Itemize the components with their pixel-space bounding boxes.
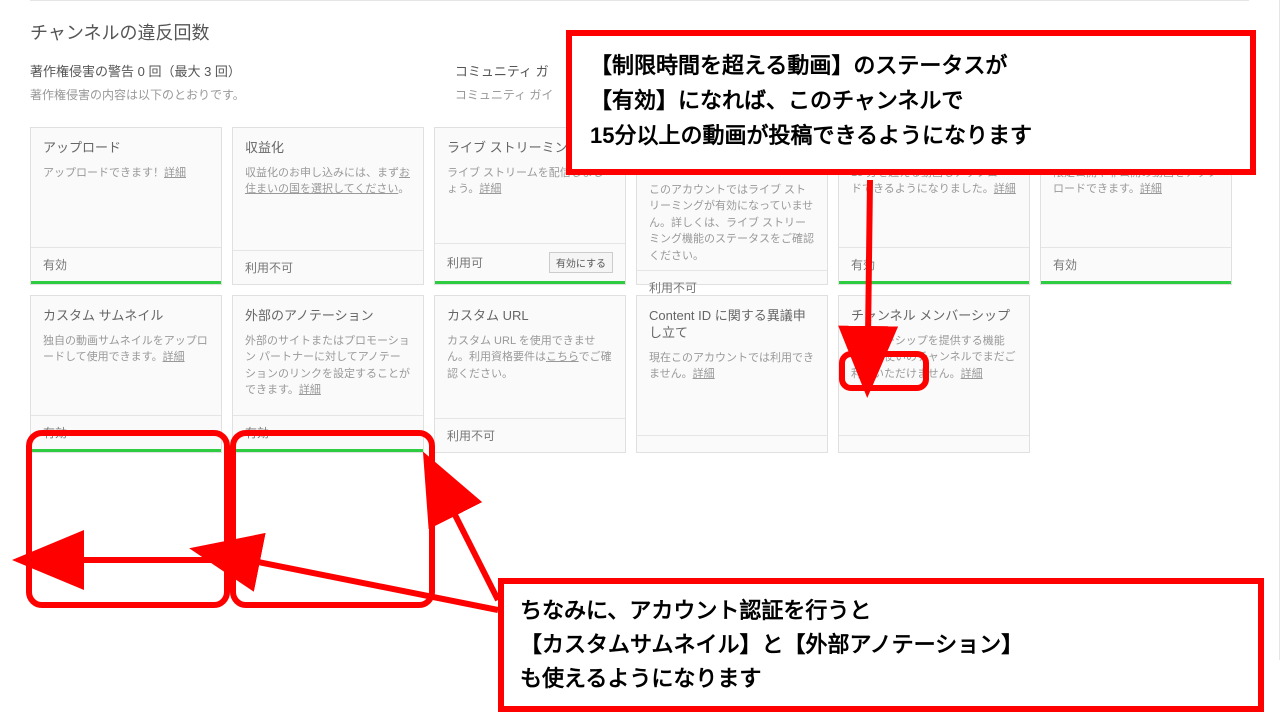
card-status: 有効 [31, 247, 221, 284]
copyright-sub: 著作権侵害の内容は以下のとおりです。 [30, 86, 245, 103]
card-title: チャンネル メンバーシップ [851, 308, 1017, 325]
card-desc: 収益化のお申し込みには、まずお住まいの国を選択してください。 [245, 165, 411, 198]
card-status: 有効 [839, 247, 1029, 284]
feature-grid: アップロード アップロードできます！詳細 有効 収益化 収益化のお申し込みには、… [30, 127, 1249, 453]
card-custom-thumbnail: カスタム サムネイル 独自の動画サムネイルをアップロードして使用できます。詳細 … [30, 295, 222, 453]
card-desc: 現在このアカウントでは利用できません。詳細 [649, 350, 815, 383]
card-status: 有効 [233, 415, 423, 452]
card-desc: 外部のサイトまたはプロモーション パートナーに対してアノテーションのリンクを設定… [245, 333, 411, 399]
community-sub: コミュニティ ガイ [455, 86, 554, 103]
card-desc: メンバーシップを提供する機能は、お使いのチャンネルでまだご利用いただけません。詳… [851, 333, 1017, 383]
card-title: カスタム サムネイル [43, 308, 209, 325]
details-link[interactable]: 詳細 [693, 368, 715, 380]
card-content-id-dispute: Content ID に関する異議申し立て 現在このアカウントでは利用できません… [636, 295, 828, 453]
details-link[interactable]: 詳細 [1140, 183, 1162, 195]
card-title: カスタム URL [447, 308, 613, 325]
card-channel-membership: チャンネル メンバーシップ メンバーシップを提供する機能は、お使いのチャンネルで… [838, 295, 1030, 453]
details-link[interactable]: 詳細 [164, 167, 186, 179]
card-title: 収益化 [245, 140, 411, 157]
community-heading: コミュニティ ガ [455, 61, 554, 80]
details-link[interactable]: 詳細 [479, 183, 501, 195]
enable-button[interactable]: 有効にする [549, 252, 613, 273]
card-upload: アップロード アップロードできます！詳細 有効 [30, 127, 222, 285]
copyright-heading: 著作権侵害の警告 0 回（最大 3 回） [30, 61, 245, 80]
card-title: Content ID に関する異議申し立て [649, 308, 815, 342]
card-desc: カスタム URL を使用できません。利用資格要件はこちらでご確認ください。 [447, 333, 613, 383]
annotation-box-2: ちなみに、アカウント認証を行うと 【カスタムサムネイル】と【外部アノテーション】… [498, 578, 1264, 712]
details-link[interactable]: 詳細 [961, 368, 983, 380]
details-link[interactable]: 詳細 [299, 384, 321, 396]
card-status [839, 435, 1029, 452]
card-status: 有効 [1041, 247, 1231, 284]
card-title: 外部のアノテーション [245, 308, 411, 325]
here-link[interactable]: こちら [546, 351, 579, 363]
card-title: アップロード [43, 140, 209, 157]
card-external-annotation: 外部のアノテーション 外部のサイトまたはプロモーション パートナーに対してアノテ… [232, 295, 424, 453]
card-desc: アップロードできます！詳細 [43, 165, 209, 182]
card-custom-url: カスタム URL カスタム URL を使用できません。利用資格要件はこちらでご確… [434, 295, 626, 453]
card-status: 有効 [31, 415, 221, 452]
card-desc: このアカウントではライブ ストリーミングが有効になっていません。詳しくは、ライブ… [649, 182, 815, 265]
details-link[interactable]: 詳細 [994, 183, 1016, 195]
card-monetization: 収益化 収益化のお申し込みには、まずお住まいの国を選択してください。 利用不可 [232, 127, 424, 285]
card-status [637, 435, 827, 452]
details-link[interactable]: 詳細 [163, 351, 185, 363]
card-status: 利用不可 [435, 418, 625, 452]
card-status: 利用不可 [233, 250, 423, 284]
annotation-box-1: 【制限時間を超える動画】のステータスが 【有効】になれば、このチャンネルで 15… [566, 30, 1256, 175]
card-status: 利用可 有効にする [435, 243, 625, 284]
card-desc: 独自の動画サムネイルをアップロードして使用できます。詳細 [43, 333, 209, 366]
